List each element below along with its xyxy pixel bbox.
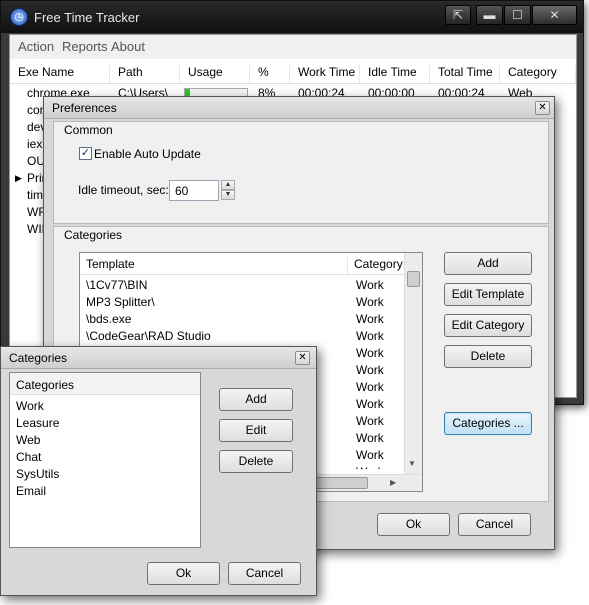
categories-button[interactable]: Categories ... <box>444 412 532 435</box>
template-category-cell: Work <box>356 363 384 377</box>
prefs-cancel-button[interactable]: Cancel <box>458 513 531 536</box>
main-titlebar[interactable]: ◷ Free Time Tracker ⇱ ▬ ☐ ✕ <box>1 1 583 33</box>
list-item[interactable]: \bds.exe Work <box>80 311 404 328</box>
template-category-cell: Work <box>356 465 384 469</box>
category-list-item[interactable]: Email <box>16 484 46 498</box>
prefs-title: Preferences <box>52 101 117 115</box>
col-path[interactable]: Path <box>110 65 180 83</box>
col-template-category[interactable]: Category <box>354 257 403 271</box>
menubar: Action Reports About <box>10 35 576 59</box>
main-title: Free Time Tracker <box>34 10 140 25</box>
menu-about[interactable]: About <box>111 39 145 54</box>
delete-template-button[interactable]: Delete <box>444 345 532 368</box>
col-usage[interactable]: Usage <box>180 65 250 83</box>
template-cell: MP3 Splitter\ <box>86 295 155 309</box>
template-category-cell: Work <box>356 431 384 445</box>
category-list-item[interactable]: SysUtils <box>16 467 59 481</box>
clock-icon: ◷ <box>10 8 28 26</box>
prefs-close-icon[interactable]: ✕ <box>535 101 550 115</box>
spin-up-button[interactable]: ▲ <box>221 180 235 190</box>
menu-reports[interactable]: Reports <box>62 39 108 54</box>
scroll-down-icon[interactable]: ▼ <box>408 459 416 468</box>
cats-title: Categories <box>9 351 68 365</box>
col-total-time[interactable]: Total Time <box>430 65 500 83</box>
menu-action[interactable]: Action <box>18 39 54 54</box>
template-category-cell: Work <box>356 448 384 462</box>
categories-header-label[interactable]: Categories <box>16 378 74 392</box>
category-list-item[interactable]: Work <box>16 399 44 413</box>
scroll-right-icon[interactable]: ▶ <box>390 478 396 487</box>
spin-down-button[interactable]: ▼ <box>221 190 235 200</box>
cats-delete-button[interactable]: Delete <box>219 450 293 473</box>
cats-cancel-button[interactable]: Cancel <box>228 562 301 585</box>
categories-listbox[interactable]: Categories Work Leasure Web Chat SysUtils Ema… <box>9 372 201 548</box>
col-percent[interactable]: % <box>250 65 290 83</box>
process-list-header: Exe Name Path Usage % Work Time Idle Tim… <box>10 62 576 84</box>
template-list-header: Template Category <box>80 253 404 275</box>
template-vscrollbar[interactable]: ▼ <box>404 253 422 474</box>
prefs-titlebar[interactable]: Preferences ✕ <box>44 97 554 119</box>
category-list-item[interactable]: Leasure <box>16 416 59 430</box>
category-list-item[interactable]: Web <box>16 433 40 447</box>
cats-ok-button[interactable]: Ok <box>147 562 220 585</box>
common-label: Common <box>64 123 113 137</box>
categories-dialog: Categories ✕ Categories Work Leasure Web Ch… <box>0 346 317 596</box>
category-items: Work Leasure Web Chat SysUtils Email <box>10 399 200 539</box>
template-category-cell: Work <box>356 346 384 360</box>
cats-add-button[interactable]: Add <box>219 388 293 411</box>
col-work-time[interactable]: Work Time <box>290 65 360 83</box>
auto-update-checkbox[interactable]: ✓ <box>79 147 92 160</box>
common-section: Common ✓ Enable Auto Update Idle timeout… <box>53 121 549 224</box>
template-category-cell: Work <box>356 329 384 343</box>
category-list-item[interactable]: Chat <box>16 450 41 464</box>
template-category-cell: Work <box>356 295 384 309</box>
list-item[interactable]: MP3 Splitter\ Work <box>80 294 404 311</box>
cats-titlebar[interactable]: Categories ✕ <box>1 347 316 369</box>
prefs-ok-button[interactable]: Ok <box>377 513 450 536</box>
template-category-cell: Work <box>356 397 384 411</box>
idle-timeout-label: Idle timeout, sec: <box>78 183 169 197</box>
col-exe-name[interactable]: Exe Name <box>10 65 110 83</box>
col-template[interactable]: Template <box>86 257 348 275</box>
edit-category-button[interactable]: Edit Category <box>444 314 532 337</box>
idle-timeout-value: 60 <box>175 184 189 198</box>
template-cell: \CodeGear\RAD Studio <box>86 329 211 343</box>
maximize-button[interactable]: ☐ <box>504 5 531 25</box>
col-category[interactable]: Category <box>500 65 576 83</box>
template-cell: \bds.exe <box>86 312 132 326</box>
categories-list-header: Categories <box>10 373 200 395</box>
add-template-button[interactable]: Add <box>444 252 532 275</box>
vscroll-thumb[interactable] <box>407 271 420 287</box>
close-button[interactable]: ✕ <box>532 5 577 25</box>
list-item[interactable]: \1Cv77\BIN Work <box>80 277 404 294</box>
template-cell: \1Cv77\BIN <box>86 278 148 292</box>
template-category-cell: Work <box>356 312 384 326</box>
cats-edit-button[interactable]: Edit <box>219 419 293 442</box>
template-category-cell: Work <box>356 380 384 394</box>
cats-close-icon[interactable]: ✕ <box>295 351 310 365</box>
idle-timeout-input[interactable]: 60 <box>169 180 219 201</box>
auto-update-label: Enable Auto Update <box>94 147 201 161</box>
edit-template-button[interactable]: Edit Template <box>444 283 532 306</box>
list-item[interactable]: \CodeGear\RAD Studio Work <box>80 328 404 345</box>
minimize-button[interactable]: ▬ <box>476 5 503 25</box>
restore-icon[interactable]: ⇱ <box>445 5 471 25</box>
col-idle-time[interactable]: Idle Time <box>360 65 430 83</box>
template-category-cell: Work <box>356 414 384 428</box>
template-category-cell: Work <box>356 278 384 292</box>
row-pointer-icon: ▶ <box>15 173 22 183</box>
categories-section-label: Categories <box>64 228 123 242</box>
